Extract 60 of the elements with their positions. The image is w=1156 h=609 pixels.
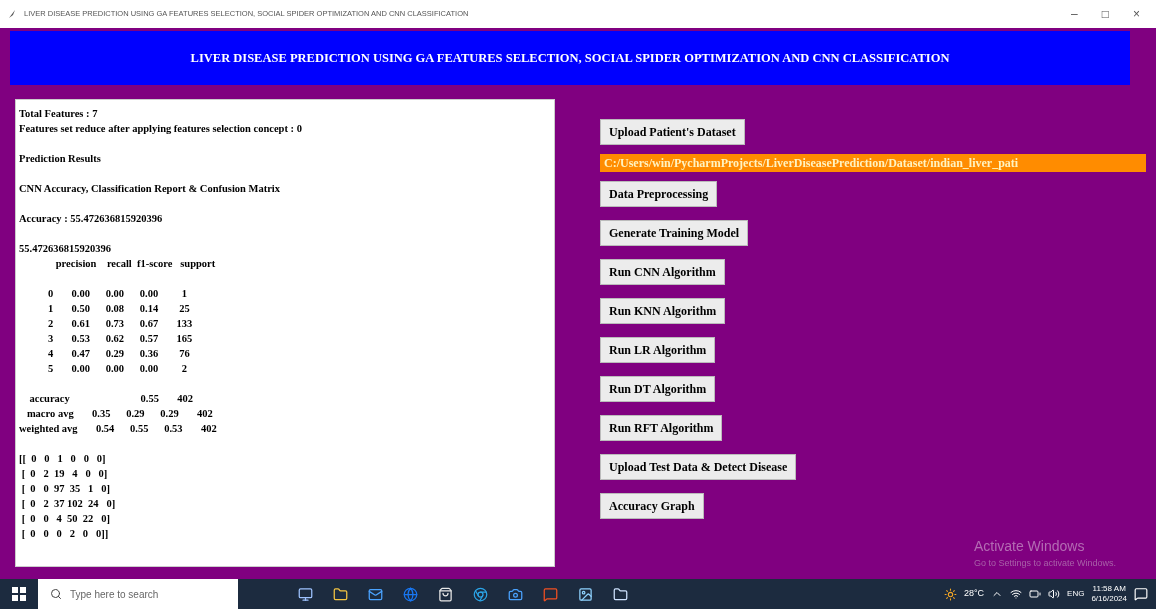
output-line: Total Features : 7 [19,107,98,121]
output-line: CNN Accuracy, Classification Report & Confusion Matrix [19,182,281,196]
taskbar-app-icon[interactable] [508,586,523,602]
windows-logo-icon[interactable] [12,587,26,601]
weather-text: 28°C [963,587,985,601]
output-line: 2 0.61 0.73 0.67 133 [46,317,193,331]
output-line: 55.472636815920396 [19,242,111,256]
clock-time[interactable]: 11:58 AM [1092,584,1126,594]
output-line: [ 0 0 97 35 1 0] [20,482,110,496]
output-line: macro avg 0.35 0.29 0.29 402 [25,407,213,421]
output-line: 0 0.00 0.00 0.00 1 [46,287,187,301]
search-icon [50,588,62,600]
window-control-button[interactable]: × [1133,5,1140,23]
taskbar-app-icon[interactable] [578,586,593,602]
taskbar-app-icon[interactable] [333,586,348,602]
action-button[interactable]: Run KNN Algorithm [600,298,726,324]
action-button[interactable]: Generate Training Model [600,220,749,246]
output-line: weighted avg 0.54 0.55 0.53 402 [19,422,217,436]
output-line: Accuracy : 55.472636815920396 [19,212,163,226]
taskbar-search-field[interactable]: Type here to search [38,579,238,609]
output-line: precision recall f1-score support [54,257,216,271]
output-line: accuracy 0.55 402 [28,392,194,406]
search-placeholder: Type here to search [70,587,159,602]
output-line: 5 0.00 0.00 0.00 2 [46,362,187,376]
taskbar-app-icon[interactable] [368,586,383,602]
weather-icon [943,587,957,601]
output-line: [ 0 2 37 102 24 0] [20,497,116,511]
action-button[interactable]: Run CNN Algorithm [600,259,725,285]
output-line: [ 0 2 19 4 0 0] [20,467,108,481]
language-indicator[interactable]: ENG [1067,588,1085,600]
action-button[interactable]: Run LR Algorithm [600,337,716,363]
window-control-button[interactable]: □ [1101,5,1109,23]
output-line: 3 0.53 0.62 0.57 165 [46,332,193,346]
app-feather-icon [8,9,16,19]
dataset-path-label: C:/Users/win/PycharmProjects/LiverDiseasePrediction/Dataset/indian_liver_pati [600,154,1146,172]
output-line: [[ 0 0 1 0 0 0] [19,452,106,466]
action-button[interactable]: Accuracy Graph [600,493,704,519]
header-banner: LIVER DISEASE PREDICTION USING GA FEATURES SELECTION, SOCIAL SPIDER OPTIMIZATION AND CNN CLASSIFICATION [10,31,1130,85]
action-button[interactable]: Upload Patient's Dataset [600,119,745,145]
output-line: Features set reduce after applying features selection concept : 0 [19,122,302,136]
clock-date[interactable]: 6/16/2024 [1091,594,1127,604]
window-control-button[interactable]: – [1071,5,1078,23]
taskbar-app-icon[interactable] [473,586,488,602]
action-button[interactable]: Run DT Algorithm [600,376,716,402]
taskbar-app-icon[interactable] [298,586,313,602]
action-button[interactable]: Run RFT Algorithm [600,415,723,441]
action-button[interactable]: Upload Test Data & Detect Disease [600,454,797,480]
action-button[interactable]: Data Preprocessing [600,181,718,207]
output-line: [ 0 0 4 50 22 0] [20,512,110,526]
activation-title: Activate Windows [973,537,1086,556]
activation-subtitle: Go to Settings to activate Windows. [973,557,1116,570]
output-line: 1 0.50 0.08 0.14 25 [46,302,190,316]
battery-icon[interactable] [1029,588,1042,600]
output-line: 4 0.47 0.29 0.36 76 [46,347,190,361]
output-line: Prediction Results [19,152,101,166]
output-line: [ 0 0 0 2 0 0]] [20,527,109,541]
taskbar-app-icon[interactable] [613,586,628,602]
volume-icon[interactable] [1048,588,1061,600]
notification-icon[interactable] [1134,587,1148,601]
wifi-icon[interactable] [1010,588,1023,600]
